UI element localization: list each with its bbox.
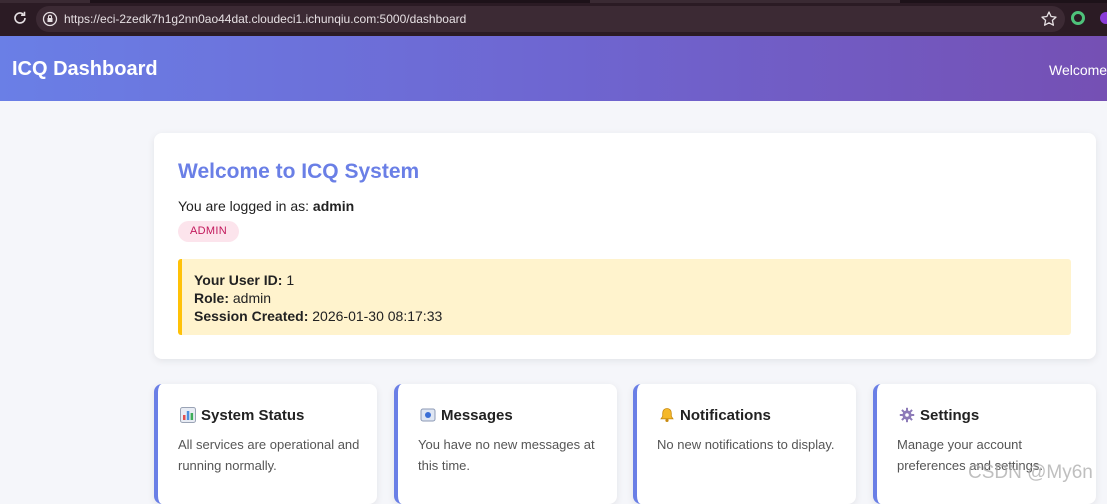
welcome-user-text: Welcome, xyxy=(1049,62,1107,78)
role-line: Role: admin xyxy=(194,290,271,306)
user-id-line: Your User ID: 1 xyxy=(194,272,294,288)
watermark: CSDN @My6n xyxy=(968,462,1093,483)
card-title: Settings xyxy=(920,407,980,424)
bell-icon xyxy=(660,408,674,422)
card-title: Notifications xyxy=(680,407,771,424)
notifications-card[interactable]: Notifications No new notifications to di… xyxy=(633,384,856,504)
session-info-box: Your User ID: 1 Role: admin Session Crea… xyxy=(178,259,1071,335)
user-id-value: 1 xyxy=(286,272,295,288)
extension-icon[interactable] xyxy=(1071,11,1085,25)
welcome-card: Welcome to ICQ System You are logged in … xyxy=(154,133,1096,359)
settings-card[interactable]: Settings Manage your account preferences… xyxy=(873,384,1096,504)
card-title: Messages xyxy=(441,407,513,424)
session-line: Session Created: 2026-01-30 08:17:33 xyxy=(194,308,442,324)
bookmark-star-icon[interactable] xyxy=(1040,10,1058,28)
logged-in-text: You are logged in as: admin xyxy=(178,198,354,214)
card-description: You have no new messages at this time. xyxy=(418,437,595,473)
bar-chart-icon xyxy=(180,407,196,423)
app-header: ICQ Dashboard Welcome, xyxy=(0,36,1107,101)
session-label: Session Created: xyxy=(194,308,309,324)
tab-strip-edge xyxy=(0,0,1107,3)
user-id-label: Your User ID: xyxy=(194,272,283,288)
logged-in-username: admin xyxy=(312,198,355,214)
role-badge: ADMIN xyxy=(178,221,239,242)
card-description: All services are operational and running… xyxy=(178,437,360,473)
brand-title: ICQ Dashboard xyxy=(12,58,158,80)
card-title: System Status xyxy=(201,407,305,424)
profile-icon[interactable] xyxy=(1100,12,1107,24)
welcome-title: Welcome to ICQ System xyxy=(178,160,420,183)
browser-toolbar: https://eci-2zedk7h1g2nn0ao44dat.cloudec… xyxy=(0,0,1107,36)
role-value: admin xyxy=(232,290,272,306)
session-value: 2026-01-30 08:17:33 xyxy=(312,308,443,324)
reload-icon[interactable] xyxy=(12,10,28,26)
card-description: No new notifications to display. xyxy=(657,437,835,452)
messages-card[interactable]: Messages You have no new messages at thi… xyxy=(394,384,617,504)
address-bar[interactable]: https://eci-2zedk7h1g2nn0ao44dat.cloudec… xyxy=(36,6,1065,32)
url-text[interactable]: https://eci-2zedk7h1g2nn0ao44dat.cloudec… xyxy=(64,12,466,26)
site-info-icon[interactable] xyxy=(42,11,58,27)
logged-in-prefix: You are logged in as: xyxy=(178,198,310,214)
system-status-card[interactable]: System Status All services are operation… xyxy=(154,384,377,504)
role-label: Role: xyxy=(194,290,229,306)
message-icon xyxy=(420,408,436,422)
gear-icon xyxy=(899,407,915,423)
